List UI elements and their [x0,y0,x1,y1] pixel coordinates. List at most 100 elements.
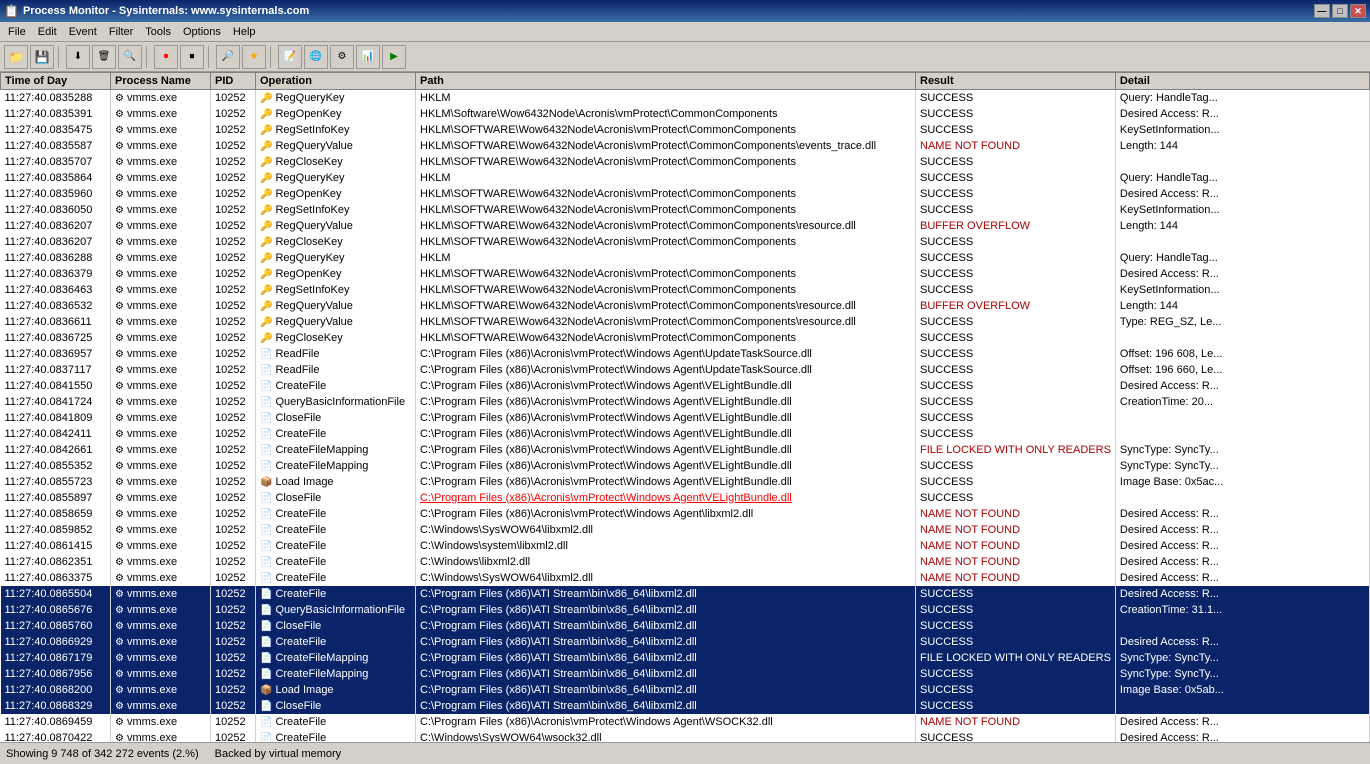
col-result[interactable]: Result [916,73,1116,90]
process-icon: ⚙ [115,653,124,664]
table-row[interactable]: 11:27:40.0835288⚙vmms.exe10252🔑RegQueryK… [1,90,1370,106]
col-pid[interactable]: PID [211,73,256,90]
table-container[interactable]: Time of Day Process Name PID Operation P… [0,72,1370,742]
table-cell-detail: SyncType: SyncTy... [1115,666,1369,682]
table-cell-pid: 10252 [211,266,256,282]
table-cell-result: SUCCESS [916,314,1116,330]
table-row[interactable]: 11:27:40.0861415⚙vmms.exe10252📄CreateFil… [1,538,1370,554]
table-row[interactable]: 11:27:40.0866929⚙vmms.exe10252📄CreateFil… [1,634,1370,650]
table-row[interactable]: 11:27:40.0855723⚙vmms.exe10252📦Load Imag… [1,474,1370,490]
net-button[interactable]: 🌐 [304,45,328,69]
table-row[interactable]: 11:27:40.0841550⚙vmms.exe10252📄CreateFil… [1,378,1370,394]
menu-item-filter[interactable]: Filter [103,24,139,40]
table-row[interactable]: 11:27:40.0868329⚙vmms.exe10252📄CloseFile… [1,698,1370,714]
record-button[interactable]: ⏺ [154,45,178,69]
table-row[interactable]: 11:27:40.0836207⚙vmms.exe10252🔑RegCloseK… [1,234,1370,250]
table-row[interactable]: 11:27:40.0842661⚙vmms.exe10252📄CreateFil… [1,442,1370,458]
clear-button[interactable]: 🗑 [92,45,116,69]
autoscroll-button[interactable]: ⬇ [66,45,90,69]
table-row[interactable]: 11:27:40.0870422⚙vmms.exe10252📄CreateFil… [1,730,1370,743]
menu-item-event[interactable]: Event [63,24,103,40]
table-row[interactable]: 11:27:40.0862351⚙vmms.exe10252📄CreateFil… [1,554,1370,570]
table-row[interactable]: 11:27:40.0842411⚙vmms.exe10252📄CreateFil… [1,426,1370,442]
reg-button[interactable]: 📝 [278,45,302,69]
col-path[interactable]: Path [416,73,916,90]
table-row[interactable]: 11:27:40.0835587⚙vmms.exe10252🔑RegQueryV… [1,138,1370,154]
menu-item-options[interactable]: Options [177,24,227,40]
find-button[interactable]: 🔎 [216,45,240,69]
table-row[interactable]: 11:27:40.0863375⚙vmms.exe10252📄CreateFil… [1,570,1370,586]
title-icon: 📋 [4,4,19,18]
table-row[interactable]: 11:27:40.0836207⚙vmms.exe10252🔑RegQueryV… [1,218,1370,234]
table-row[interactable]: 11:27:40.0835475⚙vmms.exe10252🔑RegSetInf… [1,122,1370,138]
operation-icon: 📄 [260,461,272,472]
process-icon: ⚙ [115,237,124,248]
maximize-button[interactable]: □ [1332,4,1348,18]
table-row[interactable]: 11:27:40.0865504⚙vmms.exe10252📄CreateFil… [1,586,1370,602]
process-icon: ⚙ [115,525,124,536]
green-arrow[interactable]: ▶ [382,45,406,69]
stop-button[interactable]: ⏹ [180,45,204,69]
table-row[interactable]: 11:27:40.0835864⚙vmms.exe10252🔑RegQueryK… [1,170,1370,186]
table-row[interactable]: 11:27:40.0859852⚙vmms.exe10252📄CreateFil… [1,522,1370,538]
table-cell-path: HKLM\SOFTWARE\Wow6432Node\Acronis\vmProt… [416,218,916,234]
table-cell-result: NAME NOT FOUND [916,714,1116,730]
col-operation[interactable]: Operation [256,73,416,90]
table-row[interactable]: 11:27:40.0835960⚙vmms.exe10252🔑RegOpenKe… [1,186,1370,202]
col-detail[interactable]: Detail [1115,73,1369,90]
table-row[interactable]: 11:27:40.0837117⚙vmms.exe10252📄ReadFileC… [1,362,1370,378]
table-cell-result: SUCCESS [916,410,1116,426]
table-row[interactable]: 11:27:40.0855897⚙vmms.exe10252📄CloseFile… [1,490,1370,506]
table-row[interactable]: 11:27:40.0841724⚙vmms.exe10252📄QueryBasi… [1,394,1370,410]
table-row[interactable]: 11:27:40.0836463⚙vmms.exe10252🔑RegSetInf… [1,282,1370,298]
table-cell-pid: 10252 [211,282,256,298]
table-row[interactable]: 11:27:40.0836379⚙vmms.exe10252🔑RegOpenKe… [1,266,1370,282]
menu-item-file[interactable]: File [2,24,32,40]
table-cell-process-name: ⚙vmms.exe [111,90,211,106]
table-cell-process-name: ⚙vmms.exe [111,442,211,458]
table-row[interactable]: 11:27:40.0836532⚙vmms.exe10252🔑RegQueryV… [1,298,1370,314]
table-row[interactable]: 11:27:40.0836957⚙vmms.exe10252📄ReadFileC… [1,346,1370,362]
table-cell-operation: 📄CloseFile [256,618,416,634]
table-row[interactable]: 11:27:40.0836288⚙vmms.exe10252🔑RegQueryK… [1,250,1370,266]
table-row[interactable]: 11:27:40.0858659⚙vmms.exe10252📄CreateFil… [1,506,1370,522]
table-row[interactable]: 11:27:40.0841809⚙vmms.exe10252📄CloseFile… [1,410,1370,426]
table-row[interactable]: 11:27:40.0835391⚙vmms.exe10252🔑RegOpenKe… [1,106,1370,122]
menu-item-help[interactable]: Help [227,24,262,40]
table-row[interactable]: 11:27:40.0865760⚙vmms.exe10252📄CloseFile… [1,618,1370,634]
menu-item-tools[interactable]: Tools [139,24,177,40]
table-cell-result: SUCCESS [916,394,1116,410]
process-icon: ⚙ [115,589,124,600]
process-icon: ⚙ [115,141,124,152]
table-row[interactable]: 11:27:40.0836050⚙vmms.exe10252🔑RegSetInf… [1,202,1370,218]
toolbar-separator-4 [270,46,274,68]
col-process[interactable]: Process Name [111,73,211,90]
minimize-button[interactable]: — [1314,4,1330,18]
table-row[interactable]: 11:27:40.0865676⚙vmms.exe10252📄QueryBasi… [1,602,1370,618]
menu-item-edit[interactable]: Edit [32,24,63,40]
col-time[interactable]: Time of Day [1,73,111,90]
highlight-button[interactable]: ★ [242,45,266,69]
filter-button[interactable]: 🔍 [118,45,142,69]
table-row[interactable]: 11:27:40.0835707⚙vmms.exe10252🔑RegCloseK… [1,154,1370,170]
table-row[interactable]: 11:27:40.0836611⚙vmms.exe10252🔑RegQueryV… [1,314,1370,330]
table-cell-detail: Type: REG_SZ, Le... [1115,314,1369,330]
table-row[interactable]: 11:27:40.0867956⚙vmms.exe10252📄CreateFil… [1,666,1370,682]
table-row[interactable]: 11:27:40.0868200⚙vmms.exe10252📦Load Imag… [1,682,1370,698]
operation-icon: 📄 [260,573,272,584]
save-button[interactable]: 💾 [30,45,54,69]
table-cell-path: C:\Windows\SysWOW64\libxml2.dll [416,570,916,586]
table-cell-path: HKLM [416,250,916,266]
proc-button[interactable]: ⚙ [330,45,354,69]
close-button[interactable]: ✕ [1350,4,1366,18]
table-cell-process-name: ⚙vmms.exe [111,410,211,426]
profiler-button[interactable]: 📊 [356,45,380,69]
toolbar: 📁 💾 ⬇ 🗑 🔍 ⏺ ⏹ 🔎 ★ 📝 🌐 ⚙ 📊 ▶ [0,42,1370,72]
open-button[interactable]: 📁 [4,45,28,69]
table-cell-path: C:\Program Files (x86)\ATI Stream\bin\x8… [416,618,916,634]
table-row[interactable]: 11:27:40.0867179⚙vmms.exe10252📄CreateFil… [1,650,1370,666]
table-row[interactable]: 11:27:40.0855352⚙vmms.exe10252📄CreateFil… [1,458,1370,474]
table-row[interactable]: 11:27:40.0836725⚙vmms.exe10252🔑RegCloseK… [1,330,1370,346]
table-row[interactable]: 11:27:40.0869459⚙vmms.exe10252📄CreateFil… [1,714,1370,730]
table-cell-detail: Desired Access: R... [1115,634,1369,650]
